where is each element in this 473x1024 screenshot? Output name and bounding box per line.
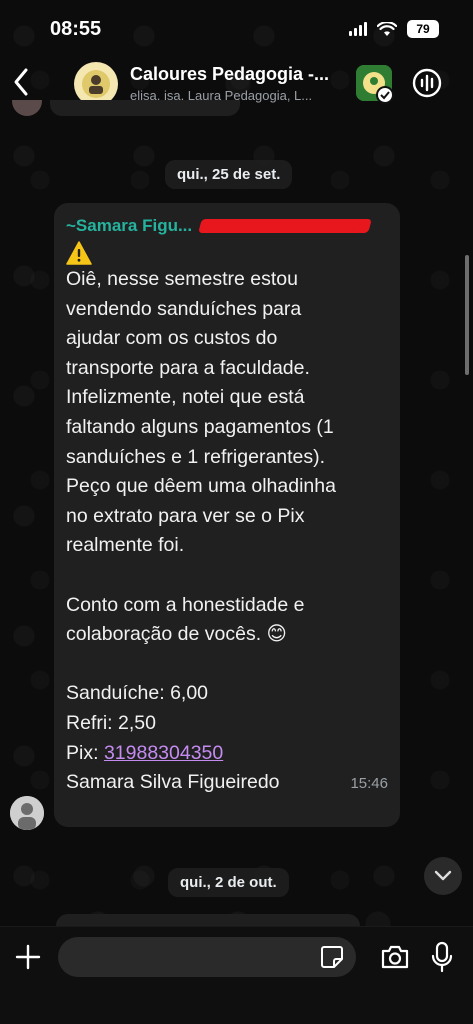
wifi-icon [377,21,397,36]
pix-label: Pix: [66,741,104,764]
chevron-down-icon [434,870,452,881]
signature: Samara Silva Figueiredo [66,771,280,794]
warning-icon [66,241,92,265]
date-separator: qui., 25 de set. [165,160,293,189]
group-info[interactable]: Caloures Pedagogia -... elisa, isa, Laur… [130,64,345,103]
camera-icon [381,945,409,969]
pix-line: Pix: 31988304350 [66,739,388,769]
avatar-photo-icon [10,796,44,830]
message-text: Oiê, nesse semestre estou vendendo sandu… [66,268,336,734]
group-name: Caloures Pedagogia -... [130,64,330,84]
status-time: 08:55 [50,18,102,40]
camera-button[interactable] [380,943,410,971]
message-time: 15:46 [350,775,388,793]
signature-row: Samara Silva Figueiredo 15:46 [66,768,388,798]
signal-icon [349,22,367,36]
voice-chat-button[interactable] [410,66,444,100]
date-separator: qui., 2 de out. [168,868,289,897]
microphone-icon [431,941,453,973]
sticker-icon [321,946,343,968]
pix-phone-link[interactable]: 31988304350 [104,742,223,764]
status-icons: 79 [349,20,439,38]
previous-message-bubble [50,100,240,116]
sender-row: ~Samara Figu... [66,213,388,239]
composer-bar [0,926,473,1024]
status-bar: 08:55 79 [0,0,473,56]
sender-avatar[interactable] [10,796,44,830]
sticker-button[interactable] [320,945,344,969]
redacted-phone [198,219,373,233]
plus-icon [15,944,41,970]
scrollbar[interactable] [465,255,469,375]
microphone-button[interactable] [430,941,454,973]
check-badge-icon [376,86,394,104]
chevron-left-icon [14,68,28,96]
sender-name[interactable]: ~Samara Figu... [66,216,192,236]
back-button[interactable] [8,64,36,100]
audio-wave-icon [412,68,442,98]
battery-indicator: 79 [407,20,439,38]
attach-button[interactable] [14,943,42,971]
scroll-down-button[interactable] [424,857,462,895]
message-bubble[interactable]: ~Samara Figu... Oiê, nesse semestre esto… [54,203,400,827]
message-input[interactable] [58,937,356,977]
